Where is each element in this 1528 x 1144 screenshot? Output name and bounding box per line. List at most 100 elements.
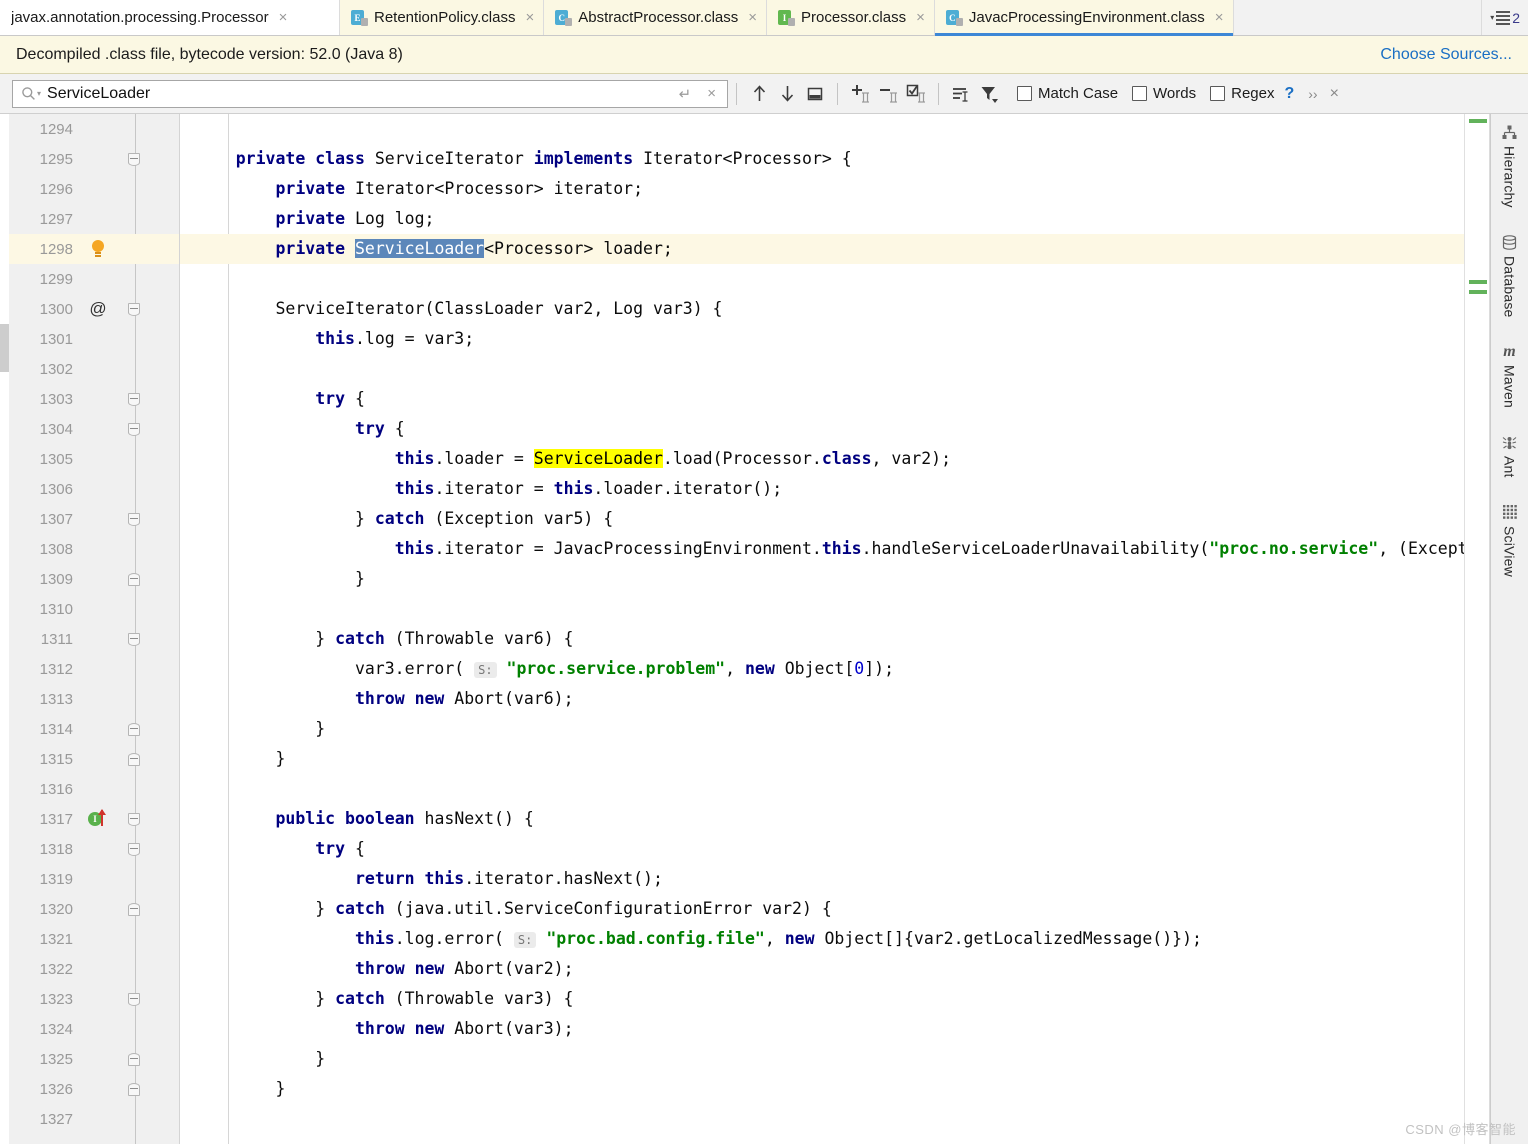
tab-overflow-button[interactable]: ▾ 2	[1481, 0, 1528, 35]
fold-start-icon[interactable]	[123, 152, 145, 166]
gutter-row[interactable]: 1313	[9, 684, 179, 714]
fold-end-icon[interactable]	[123, 1082, 145, 1096]
add-selection-button[interactable]	[846, 80, 874, 108]
gutter-row[interactable]: 1305	[9, 444, 179, 474]
fold-start-icon[interactable]	[123, 392, 145, 406]
gutter-row[interactable]: 1326	[9, 1074, 179, 1104]
code-line[interactable]: return this.iterator.hasNext();	[180, 864, 1464, 894]
gutter-row[interactable]: 1304	[9, 414, 179, 444]
editor-marker-bar[interactable]	[1464, 114, 1490, 1144]
code-line[interactable]: } catch (java.util.ServiceConfigurationE…	[180, 894, 1464, 924]
editor-tab-retentionpolicy[interactable]: E RetentionPolicy.class ×	[340, 0, 545, 35]
search-input[interactable]: ▾ ServiceLoader ↵ ×	[12, 79, 728, 108]
scrollbar-thumb[interactable]	[0, 324, 9, 372]
gutter-row[interactable]: 1322	[9, 954, 179, 984]
match-case-checkbox[interactable]: Match Case	[1017, 85, 1118, 102]
gutter-row[interactable]: 1308	[9, 534, 179, 564]
select-all-occurrences-button[interactable]	[902, 80, 930, 108]
editor-tab-javacprocessingenvironment[interactable]: C JavacProcessingEnvironment.class ×	[934, 0, 1234, 36]
intention-bulb-icon[interactable]	[73, 240, 123, 258]
search-history-caret-icon[interactable]: ▾	[37, 89, 41, 98]
fold-start-icon[interactable]	[123, 512, 145, 526]
gutter-row[interactable]: 1303	[9, 384, 179, 414]
search-result-marker[interactable]	[1469, 119, 1487, 123]
code-line[interactable]: try {	[180, 384, 1464, 414]
code-line[interactable]	[180, 354, 1464, 384]
fold-start-icon[interactable]	[123, 302, 145, 316]
code-line[interactable]: private Log log;	[180, 204, 1464, 234]
implementing-method-icon[interactable]: I	[73, 809, 123, 828]
gutter-row[interactable]: 1312	[9, 654, 179, 684]
gutter-row[interactable]: 1318	[9, 834, 179, 864]
fold-start-icon[interactable]	[123, 992, 145, 1006]
gutter-row[interactable]: 1298	[9, 234, 179, 264]
gutter-row[interactable]: 1319	[9, 864, 179, 894]
gutter-row[interactable]: 1309	[9, 564, 179, 594]
filter-funnel-icon[interactable]	[975, 80, 1003, 108]
tool-window-ant[interactable]: Ant	[1501, 434, 1518, 478]
code-line[interactable]	[180, 264, 1464, 294]
fold-end-icon[interactable]	[123, 572, 145, 586]
code-line[interactable]: }	[180, 714, 1464, 744]
code-line[interactable]: this.loader = ServiceLoader.load(Process…	[180, 444, 1464, 474]
fold-start-icon[interactable]	[123, 422, 145, 436]
find-previous-button[interactable]	[745, 80, 773, 108]
gutter-row[interactable]: 1294	[9, 114, 179, 144]
gutter-row[interactable]: 1316	[9, 774, 179, 804]
gutter-row[interactable]: 1327	[9, 1104, 179, 1134]
gutter-row[interactable]: 1295	[9, 144, 179, 174]
fold-end-icon[interactable]	[123, 722, 145, 736]
code-line[interactable]	[180, 594, 1464, 624]
regex-checkbox[interactable]: Regex	[1210, 85, 1274, 102]
more-options-icon[interactable]: ››	[1308, 86, 1317, 102]
gutter-row[interactable]: 1302	[9, 354, 179, 384]
editor-gutter[interactable]: 1294 1295 1296 1297 1298 1299 1300 @1301 1302 130…	[9, 114, 180, 1144]
code-line[interactable]: }	[180, 1074, 1464, 1104]
code-line[interactable]: try {	[180, 834, 1464, 864]
code-line[interactable]: ServiceIterator(ClassLoader var2, Log va…	[180, 294, 1464, 324]
code-line[interactable]: this.iterator = JavacProcessingEnvironme…	[180, 534, 1464, 564]
gutter-row[interactable]: 1301	[9, 324, 179, 354]
code-line[interactable]: private Iterator<Processor> iterator;	[180, 174, 1464, 204]
tool-window-sciview[interactable]: SciView	[1501, 504, 1518, 577]
code-line[interactable]: } catch (Throwable var3) {	[180, 984, 1464, 1014]
editor-left-scrollbar[interactable]	[0, 114, 9, 1144]
gutter-row[interactable]: 1321	[9, 924, 179, 954]
code-line[interactable]: }	[180, 744, 1464, 774]
close-icon[interactable]: ×	[748, 9, 757, 26]
fold-start-icon[interactable]	[123, 632, 145, 646]
code-line[interactable]: public boolean hasNext() {	[180, 804, 1464, 834]
code-line[interactable]	[180, 774, 1464, 804]
gutter-row[interactable]: 1311	[9, 624, 179, 654]
gutter-row[interactable]: 1307	[9, 504, 179, 534]
code-line[interactable]	[180, 1104, 1464, 1134]
gutter-row[interactable]: 1299	[9, 264, 179, 294]
gutter-row[interactable]: 1324	[9, 1014, 179, 1044]
gutter-row[interactable]: 1296	[9, 174, 179, 204]
code-line[interactable]: throw new Abort(var3);	[180, 1014, 1464, 1044]
fold-end-icon[interactable]	[123, 902, 145, 916]
code-line[interactable]: private ServiceLoader<Processor> loader;	[180, 234, 1464, 264]
editor-tab-abstractprocessor[interactable]: C AbstractProcessor.class ×	[544, 0, 768, 35]
fold-end-icon[interactable]	[123, 1052, 145, 1066]
gutter-row[interactable]: 1297	[9, 204, 179, 234]
gutter-row[interactable]: 1314	[9, 714, 179, 744]
code-line[interactable]: this.log = var3;	[180, 324, 1464, 354]
select-in-editor-button[interactable]	[801, 80, 829, 108]
code-line[interactable]: var3.error( S: "proc.service.problem", n…	[180, 654, 1464, 684]
fold-start-icon[interactable]	[123, 812, 145, 826]
close-icon[interactable]: ×	[279, 9, 288, 26]
code-line[interactable]: throw new Abort(var6);	[180, 684, 1464, 714]
find-next-button[interactable]	[773, 80, 801, 108]
choose-sources-link[interactable]: Choose Sources...	[1380, 46, 1512, 64]
clear-search-icon[interactable]: ×	[702, 85, 721, 102]
gutter-row[interactable]: 1323	[9, 984, 179, 1014]
code-line[interactable]: }	[180, 1044, 1464, 1074]
code-line[interactable]: try {	[180, 414, 1464, 444]
gutter-row[interactable]: 1320	[9, 894, 179, 924]
tool-window-hierarchy[interactable]: Hierarchy	[1501, 124, 1518, 208]
code-line[interactable]: throw new Abort(var2);	[180, 954, 1464, 984]
search-result-marker[interactable]	[1469, 280, 1487, 284]
gutter-row[interactable]: 1306	[9, 474, 179, 504]
regex-help-icon[interactable]: ?	[1284, 85, 1294, 103]
